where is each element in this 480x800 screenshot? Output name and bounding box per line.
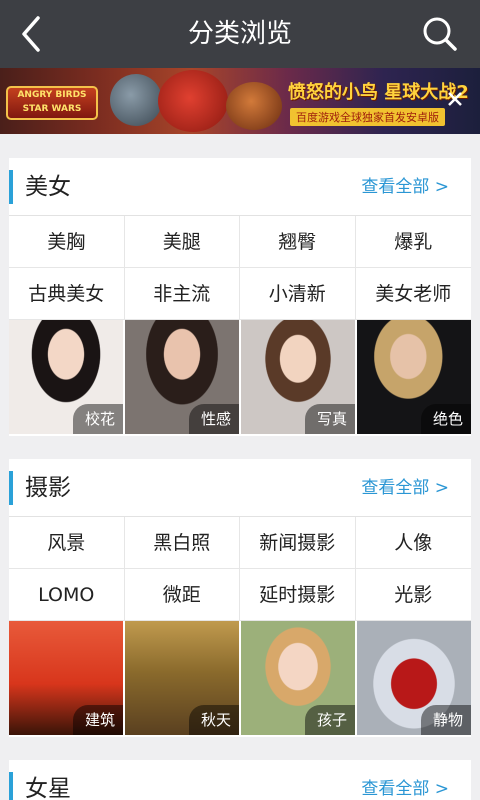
photo-label: 静物 [420, 705, 471, 735]
tag-item[interactable]: 美女老师 [355, 268, 471, 320]
angry-birds-logo: ANGRY BIRDS STAR WARS [6, 86, 98, 120]
section-title: 女星 [25, 776, 71, 800]
bird-illustration [158, 70, 228, 132]
photo-tile[interactable]: 静物 [357, 621, 471, 735]
category-section-photography: 摄影 查看全部 > 风景 黑白照 新闻摄影 人像 LOMO 微距 延时摄影 光影… [9, 459, 471, 737]
tag-item[interactable]: 古典美女 [9, 268, 125, 320]
photo-label: 性感 [188, 404, 239, 434]
photo-tile[interactable]: 绝色 [357, 320, 471, 434]
photo-tile[interactable]: 孩子 [241, 621, 355, 735]
photo-row: 建筑 秋天 孩子 静物 [9, 621, 471, 735]
section-title: 摄影 [25, 475, 71, 501]
photo-tile[interactable]: 校花 [9, 320, 123, 434]
view-all-link[interactable]: 查看全部 > [361, 459, 449, 517]
page-title: 分类浏览 [187, 19, 292, 49]
tag-item[interactable]: 风景 [9, 517, 125, 569]
photo-label: 写真 [304, 404, 355, 434]
tag-item[interactable]: 爆乳 [355, 216, 471, 268]
close-ad-button[interactable] [446, 90, 464, 108]
bird-illustration [226, 82, 282, 130]
tag-item[interactable]: 新闻摄影 [240, 517, 356, 569]
top-bar: 分类浏览 [0, 0, 480, 68]
ad-banner[interactable]: ANGRY BIRDS STAR WARS 愤怒的小鸟 星球大战2 百度游戏全球… [0, 68, 480, 134]
section-header: 摄影 查看全部 > [9, 459, 471, 517]
banner-headline: 愤怒的小鸟 星球大战2 [288, 82, 469, 103]
section-header: 女星 查看全部 > [9, 760, 471, 800]
photo-label: 建筑 [72, 705, 123, 735]
bird-illustration [110, 74, 162, 126]
category-section-beauty: 美女 查看全部 > 美胸 美腿 翘臀 爆乳 古典美女 非主流 小清新 美女老师 … [9, 158, 471, 436]
tag-item[interactable]: 延时摄影 [240, 569, 356, 621]
tag-item[interactable]: 微距 [124, 569, 240, 621]
photo-label: 校花 [72, 404, 123, 434]
photo-label: 绝色 [420, 404, 471, 434]
tag-item[interactable]: LOMO [9, 569, 125, 621]
tag-item[interactable]: 小清新 [240, 268, 356, 320]
search-button[interactable] [418, 12, 462, 56]
tag-item[interactable]: 人像 [355, 517, 471, 569]
section-title: 美女 [25, 174, 71, 200]
photo-tile[interactable]: 写真 [241, 320, 355, 434]
photo-label: 秋天 [188, 705, 239, 735]
section-header: 美女 查看全部 > [9, 158, 471, 216]
tag-item[interactable]: 非主流 [124, 268, 240, 320]
photo-tile[interactable]: 建筑 [9, 621, 123, 735]
photo-label: 孩子 [304, 705, 355, 735]
tag-item[interactable]: 光影 [355, 569, 471, 621]
view-all-link[interactable]: 查看全部 > [361, 158, 449, 216]
photo-row: 校花 性感 写真 绝色 [9, 320, 471, 434]
view-all-link[interactable]: 查看全部 > [361, 760, 449, 800]
tag-item[interactable]: 翘臀 [240, 216, 356, 268]
banner-subtitle: 百度游戏全球独家首发安卓版 [290, 108, 445, 126]
close-icon [448, 92, 462, 106]
tag-item[interactable]: 美胸 [9, 216, 125, 268]
photo-tile[interactable]: 性感 [125, 320, 239, 434]
logo-line-1: ANGRY BIRDS [17, 90, 87, 100]
tag-item[interactable]: 美腿 [124, 216, 240, 268]
category-section-actresses: 女星 查看全部 > [9, 760, 471, 800]
photo-tile[interactable]: 秋天 [125, 621, 239, 735]
tag-grid: 美胸 美腿 翘臀 爆乳 古典美女 非主流 小清新 美女老师 [9, 216, 471, 320]
tag-grid: 风景 黑白照 新闻摄影 人像 LOMO 微距 延时摄影 光影 [9, 517, 471, 621]
search-icon [423, 17, 457, 51]
tag-item[interactable]: 黑白照 [124, 517, 240, 569]
logo-line-2: STAR WARS [22, 104, 82, 114]
